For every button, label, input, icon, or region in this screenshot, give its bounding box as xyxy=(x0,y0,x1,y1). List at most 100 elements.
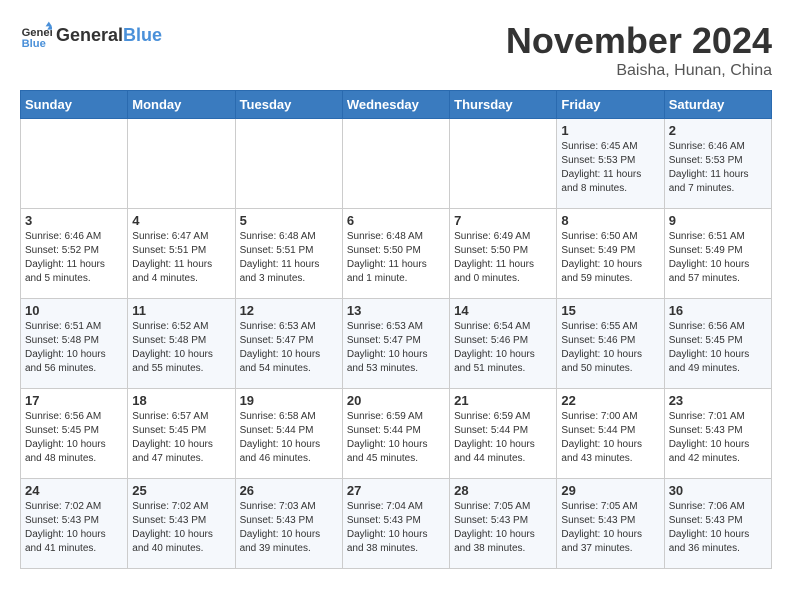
day-number: 21 xyxy=(454,393,552,408)
day-cell: 4 Sunrise: 6:47 AM Sunset: 5:51 PM Daylig… xyxy=(128,209,235,299)
weekday-header-wednesday: Wednesday xyxy=(342,91,449,119)
day-number: 15 xyxy=(561,303,659,318)
month-title: November 2024 xyxy=(506,20,772,62)
day-number: 29 xyxy=(561,483,659,498)
day-cell xyxy=(21,119,128,209)
svg-text:General: General xyxy=(22,27,52,39)
day-info: Sunrise: 6:50 AM Sunset: 5:49 PM Dayligh… xyxy=(561,230,659,286)
day-cell: 14Sunrise: 6:54 AM Sunset: 5:46 PM Dayli… xyxy=(450,299,557,389)
day-cell: 16 Sunrise: 6:56 AM Sunset: 5:45 PM Dayli… xyxy=(664,299,771,389)
day-info: Sunrise: 6:59 AM Sunset: 5:44 PM Dayligh… xyxy=(347,410,445,466)
day-number: 11 xyxy=(132,303,230,318)
day-info: Sunrise: 7:05 AM Sunset: 5:43 PM Dayligh… xyxy=(561,500,659,556)
day-cell xyxy=(235,119,342,209)
logo-text: GeneralBlue xyxy=(56,26,162,46)
day-cell: 27 Sunrise: 7:04 AM Sunset: 5:43 PM Dayli… xyxy=(342,479,449,569)
weekday-header-saturday: Saturday xyxy=(664,91,771,119)
day-number: 9 xyxy=(669,213,767,228)
day-number: 2 xyxy=(669,123,767,138)
day-info: Sunrise: 7:06 AM Sunset: 5:43 PM Dayligh… xyxy=(669,500,767,556)
day-cell: 24 Sunrise: 7:02 AM Sunset: 5:43 PM Dayli… xyxy=(21,479,128,569)
day-cell: 17 Sunrise: 6:56 AM Sunset: 5:45 PM Dayli… xyxy=(21,389,128,479)
day-number: 18 xyxy=(132,393,230,408)
day-cell: 15 Sunrise: 6:55 AM Sunset: 5:46 PM Dayli… xyxy=(557,299,664,389)
day-cell xyxy=(450,119,557,209)
day-info: Sunrise: 7:04 AM Sunset: 5:43 PM Dayligh… xyxy=(347,500,445,556)
day-number: 25 xyxy=(132,483,230,498)
day-number: 10 xyxy=(25,303,123,318)
day-info: Sunrise: 6:52 AM Sunset: 5:48 PM Dayligh… xyxy=(132,320,230,376)
weekday-header-row: SundayMondayTuesdayWednesdayThursdayFrid… xyxy=(21,91,772,119)
day-number: 27 xyxy=(347,483,445,498)
day-info: Sunrise: 6:54 AM Sunset: 5:46 PM Dayligh… xyxy=(454,320,552,376)
day-info: Sunrise: 6:48 AM Sunset: 5:51 PM Dayligh… xyxy=(240,230,338,286)
day-cell: 21 Sunrise: 6:59 AM Sunset: 5:44 PM Dayli… xyxy=(450,389,557,479)
day-cell xyxy=(128,119,235,209)
day-number: 6 xyxy=(347,213,445,228)
week-row-2: 3 Sunrise: 6:46 AM Sunset: 5:52 PM Daylig… xyxy=(21,209,772,299)
weekday-header-monday: Monday xyxy=(128,91,235,119)
day-info: Sunrise: 6:46 AM Sunset: 5:52 PM Dayligh… xyxy=(25,230,123,286)
day-cell: 5 Sunrise: 6:48 AM Sunset: 5:51 PM Daylig… xyxy=(235,209,342,299)
day-cell: 26Sunrise: 7:03 AM Sunset: 5:43 PM Dayli… xyxy=(235,479,342,569)
day-info: Sunrise: 6:58 AM Sunset: 5:44 PM Dayligh… xyxy=(240,410,338,466)
weekday-header-thursday: Thursday xyxy=(450,91,557,119)
day-number: 28 xyxy=(454,483,552,498)
day-info: Sunrise: 6:53 AM Sunset: 5:47 PM Dayligh… xyxy=(347,320,445,376)
day-cell: 13 Sunrise: 6:53 AM Sunset: 5:47 PM Dayli… xyxy=(342,299,449,389)
day-number: 26 xyxy=(240,483,338,498)
day-info: Sunrise: 6:47 AM Sunset: 5:51 PM Dayligh… xyxy=(132,230,230,286)
page-header: General Blue GeneralBlue November 2024 B… xyxy=(20,20,772,80)
day-cell: 2 Sunrise: 6:46 AM Sunset: 5:53 PM Daylig… xyxy=(664,119,771,209)
day-cell: 6 Sunrise: 6:48 AM Sunset: 5:50 PM Daylig… xyxy=(342,209,449,299)
day-info: Sunrise: 6:57 AM Sunset: 5:45 PM Dayligh… xyxy=(132,410,230,466)
day-info: Sunrise: 7:01 AM Sunset: 5:43 PM Dayligh… xyxy=(669,410,767,466)
calendar-table: SundayMondayTuesdayWednesdayThursdayFrid… xyxy=(20,90,772,569)
day-number: 30 xyxy=(669,483,767,498)
svg-text:Blue: Blue xyxy=(22,38,46,50)
day-cell: 20 Sunrise: 6:59 AM Sunset: 5:44 PM Dayli… xyxy=(342,389,449,479)
day-number: 20 xyxy=(347,393,445,408)
day-number: 17 xyxy=(25,393,123,408)
day-number: 5 xyxy=(240,213,338,228)
day-info: Sunrise: 6:56 AM Sunset: 5:45 PM Dayligh… xyxy=(669,320,767,376)
day-cell: 29 Sunrise: 7:05 AM Sunset: 5:43 PM Dayli… xyxy=(557,479,664,569)
day-number: 24 xyxy=(25,483,123,498)
logo: General Blue GeneralBlue xyxy=(20,20,162,52)
weekday-header-sunday: Sunday xyxy=(21,91,128,119)
day-cell: 30 Sunrise: 7:06 AM Sunset: 5:43 PM Dayli… xyxy=(664,479,771,569)
day-info: Sunrise: 7:02 AM Sunset: 5:43 PM Dayligh… xyxy=(132,500,230,556)
day-info: Sunrise: 6:55 AM Sunset: 5:46 PM Dayligh… xyxy=(561,320,659,376)
day-number: 23 xyxy=(669,393,767,408)
day-cell: 12Sunrise: 6:53 AM Sunset: 5:47 PM Dayli… xyxy=(235,299,342,389)
day-cell: 18 Sunrise: 6:57 AM Sunset: 5:45 PM Dayli… xyxy=(128,389,235,479)
day-cell: 28 Sunrise: 7:05 AM Sunset: 5:43 PM Dayli… xyxy=(450,479,557,569)
day-cell: 10Sunrise: 6:51 AM Sunset: 5:48 PM Dayli… xyxy=(21,299,128,389)
day-number: 16 xyxy=(669,303,767,318)
week-row-5: 24 Sunrise: 7:02 AM Sunset: 5:43 PM Dayli… xyxy=(21,479,772,569)
day-number: 3 xyxy=(25,213,123,228)
day-info: Sunrise: 7:00 AM Sunset: 5:44 PM Dayligh… xyxy=(561,410,659,466)
day-cell: 11 Sunrise: 6:52 AM Sunset: 5:48 PM Dayli… xyxy=(128,299,235,389)
day-info: Sunrise: 6:46 AM Sunset: 5:53 PM Dayligh… xyxy=(669,140,767,196)
day-info: Sunrise: 6:51 AM Sunset: 5:49 PM Dayligh… xyxy=(669,230,767,286)
day-cell: 3 Sunrise: 6:46 AM Sunset: 5:52 PM Daylig… xyxy=(21,209,128,299)
day-cell: 1 Sunrise: 6:45 AM Sunset: 5:53 PM Daylig… xyxy=(557,119,664,209)
day-number: 4 xyxy=(132,213,230,228)
day-info: Sunrise: 7:05 AM Sunset: 5:43 PM Dayligh… xyxy=(454,500,552,556)
day-info: Sunrise: 6:56 AM Sunset: 5:45 PM Dayligh… xyxy=(25,410,123,466)
day-cell xyxy=(342,119,449,209)
day-cell: 7Sunrise: 6:49 AM Sunset: 5:50 PM Daylig… xyxy=(450,209,557,299)
day-number: 19 xyxy=(240,393,338,408)
day-number: 1 xyxy=(561,123,659,138)
week-row-4: 17 Sunrise: 6:56 AM Sunset: 5:45 PM Dayli… xyxy=(21,389,772,479)
title-block: November 2024 Baisha, Hunan, China xyxy=(506,20,772,80)
day-info: Sunrise: 6:45 AM Sunset: 5:53 PM Dayligh… xyxy=(561,140,659,196)
day-number: 13 xyxy=(347,303,445,318)
day-info: Sunrise: 6:48 AM Sunset: 5:50 PM Dayligh… xyxy=(347,230,445,286)
weekday-header-friday: Friday xyxy=(557,91,664,119)
day-cell: 19 Sunrise: 6:58 AM Sunset: 5:44 PM Dayli… xyxy=(235,389,342,479)
day-info: Sunrise: 6:59 AM Sunset: 5:44 PM Dayligh… xyxy=(454,410,552,466)
day-info: Sunrise: 6:53 AM Sunset: 5:47 PM Dayligh… xyxy=(240,320,338,376)
day-info: Sunrise: 7:02 AM Sunset: 5:43 PM Dayligh… xyxy=(25,500,123,556)
